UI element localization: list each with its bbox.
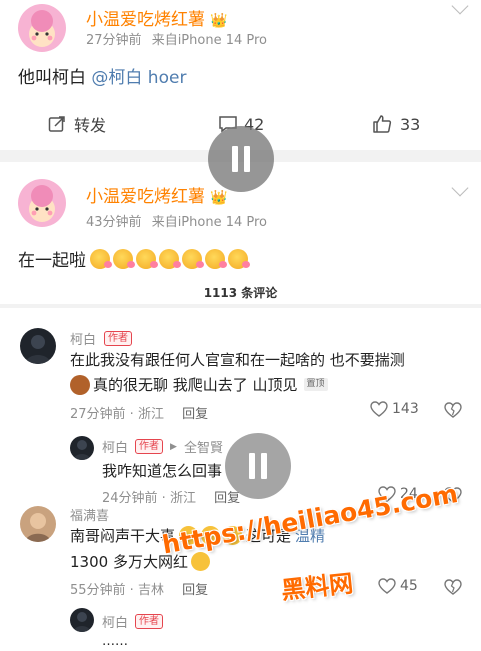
comment-time: 55分钟前 · 吉林 bbox=[70, 583, 164, 598]
share-label: 转发 bbox=[74, 116, 107, 135]
dislike-icon[interactable] bbox=[444, 402, 462, 422]
pinned-badge: 置顶 bbox=[303, 378, 328, 391]
post2-time: 43分钟前 bbox=[86, 215, 142, 230]
post1-time: 27分钟前 bbox=[86, 33, 142, 48]
post2-text: 在一起啦 bbox=[18, 251, 86, 271]
comment-like-button[interactable]: 45 bbox=[378, 578, 418, 594]
comments-header: 1113 条评论 bbox=[203, 286, 278, 300]
reply-avatar[interactable] bbox=[70, 436, 94, 460]
post1-avatar[interactable] bbox=[18, 4, 66, 52]
reply-time: 24分钟前 · 浙江 bbox=[102, 491, 196, 506]
share-icon bbox=[48, 116, 65, 132]
author-tag: 作者 bbox=[104, 331, 133, 346]
laugh-emoji-icon bbox=[190, 552, 210, 571]
blush-emoji-icon bbox=[90, 248, 112, 269]
author-tag: 作者 bbox=[135, 439, 164, 454]
post1-chevron-down-icon[interactable] bbox=[451, 0, 469, 15]
video-pause-button[interactable] bbox=[208, 126, 274, 192]
like-button[interactable]: 33 bbox=[372, 112, 420, 136]
reply-avatar[interactable] bbox=[70, 608, 94, 632]
reply-text: 我咋知道怎么回事 bbox=[102, 462, 223, 480]
blush-emoji-icon bbox=[228, 248, 250, 269]
comment-avatar[interactable] bbox=[20, 506, 56, 542]
post1-source: 来自iPhone 14 Pro bbox=[151, 33, 267, 48]
reply-to-name[interactable]: 全智賢 bbox=[184, 437, 223, 456]
post1-text: 他叫柯白 bbox=[18, 68, 92, 88]
blush-emoji-icon bbox=[159, 248, 181, 269]
share-button[interactable]: 转发 bbox=[48, 112, 106, 136]
comment-like-count: 143 bbox=[392, 401, 419, 417]
post1-username[interactable]: 小温爱吃烤红薯 bbox=[86, 10, 205, 30]
post2-username[interactable]: 小温爱吃烤红薯 bbox=[86, 187, 205, 207]
dislike-icon[interactable] bbox=[444, 579, 462, 599]
post2-source: 来自iPhone 14 Pro bbox=[151, 215, 267, 230]
emoji-row bbox=[90, 248, 251, 269]
reply-arrow-icon: ▶ bbox=[170, 441, 177, 452]
comment-text: 南哥闷声干大事 bbox=[70, 527, 176, 545]
comment-avatar[interactable] bbox=[20, 328, 56, 364]
reply-button[interactable]: 回复 bbox=[182, 407, 208, 422]
angry-emoji-icon bbox=[70, 374, 90, 395]
crown-icon: 👑 bbox=[210, 13, 228, 29]
heart-icon bbox=[378, 578, 396, 594]
comment-text: 在此我没有跟任何人官宣和在一起啥的 也不要揣测 bbox=[70, 351, 405, 369]
comment-like-button[interactable]: 143 bbox=[370, 401, 419, 417]
post2-chevron-down-icon[interactable] bbox=[451, 179, 469, 197]
comment-like-count: 45 bbox=[400, 578, 418, 594]
comment-text-line2: 真的很无聊 我爬山去了 山顶见 bbox=[93, 376, 298, 394]
blush-emoji-icon bbox=[113, 248, 135, 269]
blush-emoji-icon bbox=[182, 248, 204, 269]
post2-avatar[interactable] bbox=[18, 179, 66, 227]
thumbs-up-icon bbox=[373, 115, 392, 133]
blush-emoji-icon bbox=[205, 248, 227, 269]
comment-author-name[interactable]: 福满喜 bbox=[70, 505, 109, 524]
reply-author-name[interactable]: 柯白 bbox=[102, 612, 128, 631]
comment-time: 27分钟前 · 浙江 bbox=[70, 407, 164, 422]
watermark-name: 黑料网 bbox=[279, 569, 355, 605]
author-tag: 作者 bbox=[135, 614, 164, 629]
reply-author-name[interactable]: 柯白 bbox=[102, 437, 128, 456]
comment-author-name[interactable]: 柯白 bbox=[70, 329, 96, 348]
post1-mention-link[interactable]: @柯白 hoer bbox=[91, 68, 186, 88]
comments-divider bbox=[0, 304, 481, 308]
like-count: 33 bbox=[400, 114, 421, 134]
video-pause-button[interactable] bbox=[225, 433, 291, 499]
blush-emoji-icon bbox=[136, 248, 158, 269]
reply-button[interactable]: 回复 bbox=[182, 583, 208, 598]
reply-button[interactable]: 回复 bbox=[214, 491, 240, 506]
heart-icon bbox=[370, 401, 388, 417]
reply-text: …… bbox=[102, 634, 128, 649]
crown-icon: 👑 bbox=[210, 190, 228, 206]
